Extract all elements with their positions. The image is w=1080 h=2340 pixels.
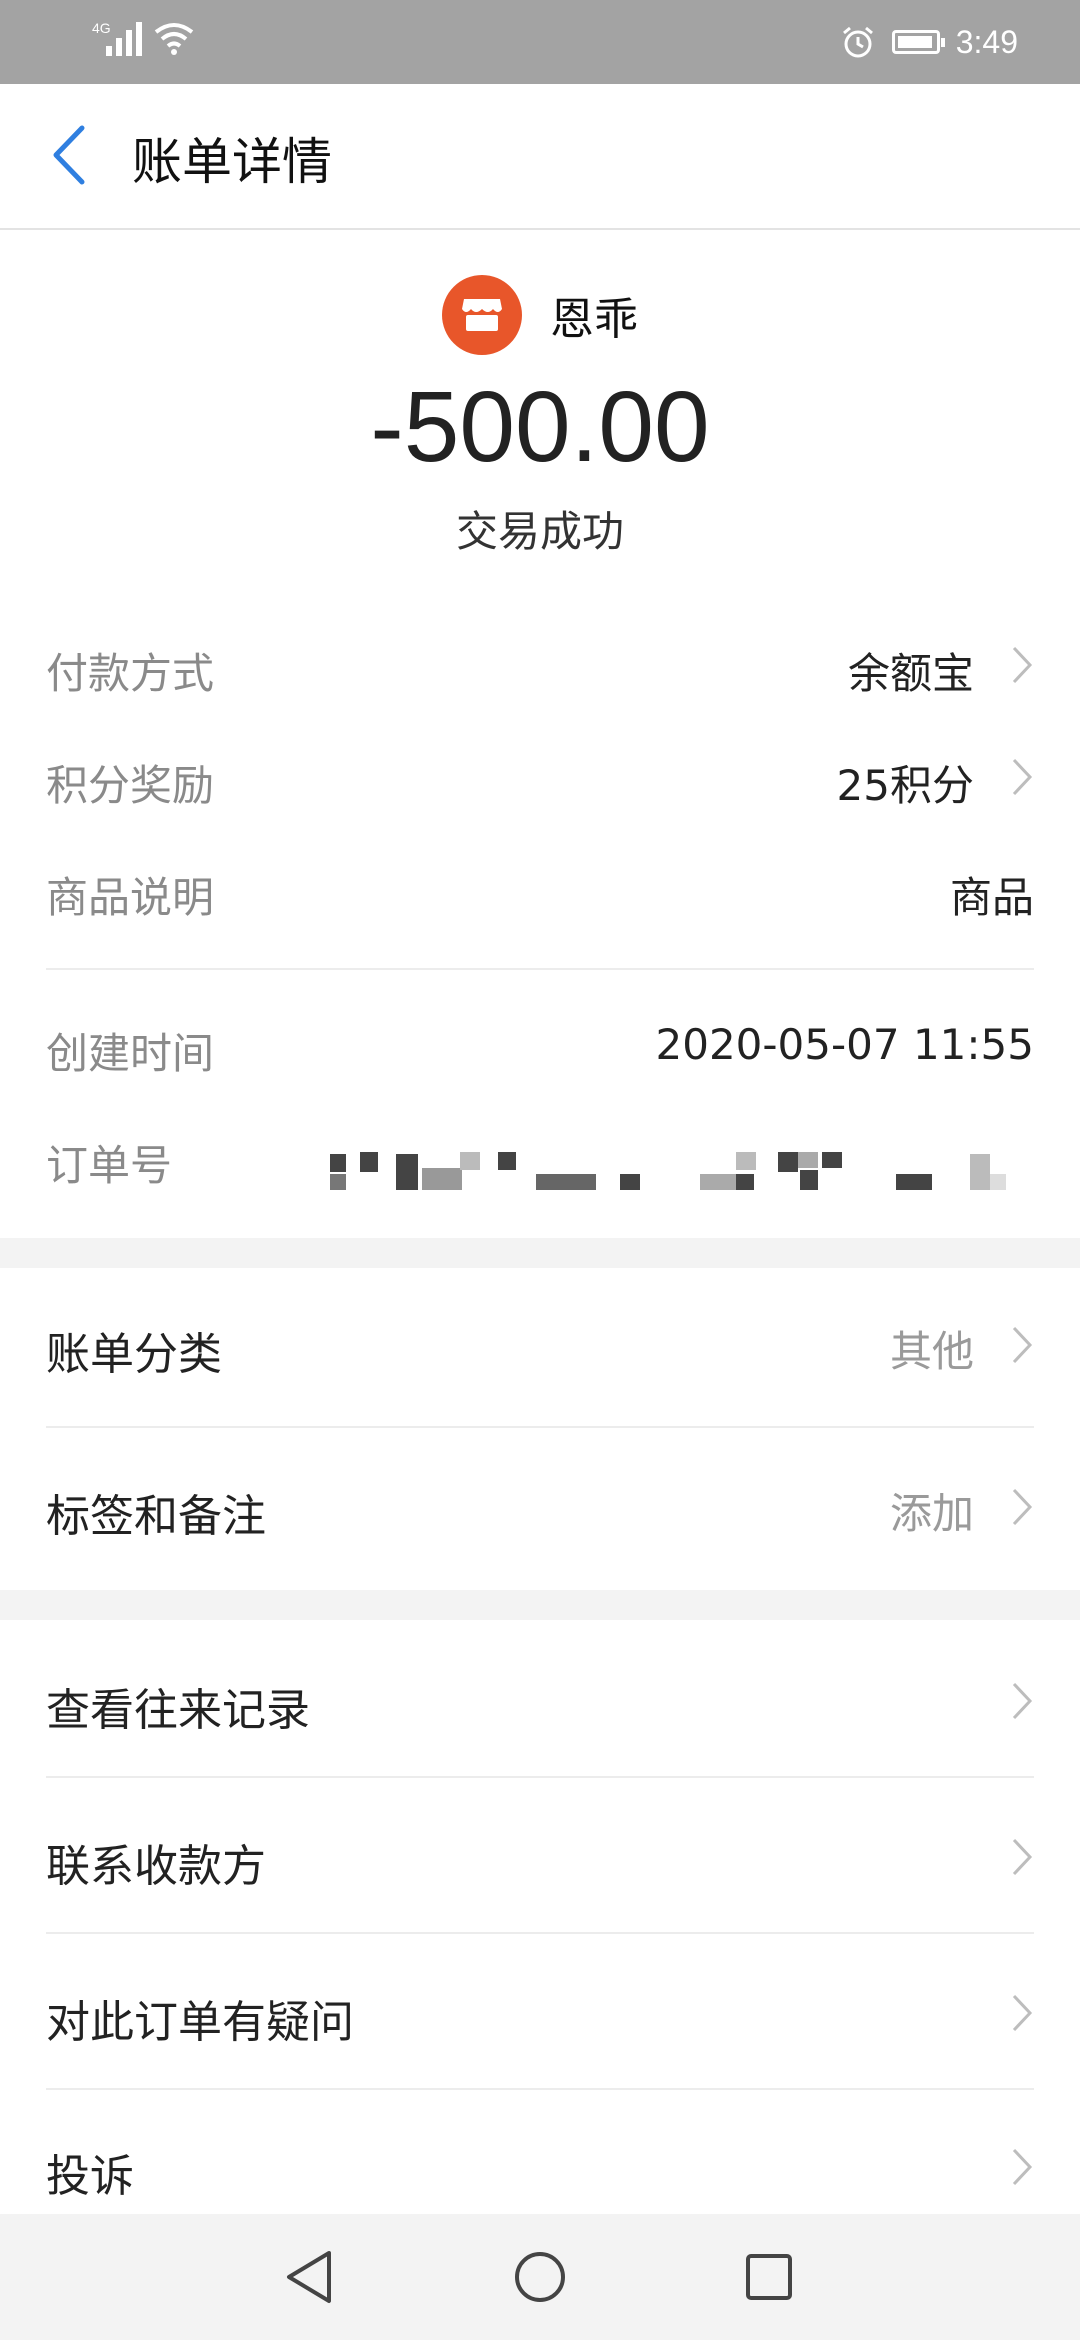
chevron-right-icon	[1012, 1994, 1033, 2032]
row-label: 账单分类	[46, 1329, 222, 1380]
battery-icon	[891, 30, 945, 54]
row-value: 其他	[889, 1327, 974, 1376]
divider	[46, 1426, 1034, 1428]
detail-row-points[interactable]: 积分奖励 25积分	[46, 738, 1034, 818]
page-title: 账单详情	[132, 133, 332, 191]
chevron-right-icon	[1012, 1326, 1033, 1364]
divider	[46, 968, 1034, 970]
section-gap	[0, 1238, 1080, 1268]
system-nav-bar	[0, 2214, 1080, 2340]
divider	[46, 1932, 1034, 1934]
status-bar: 4G 3:49	[0, 0, 1080, 84]
status-left: 4G	[90, 18, 196, 56]
row-label: 查看往来记录	[46, 1685, 310, 1736]
merchant-name: 恩乖	[550, 294, 638, 345]
row-label: 联系收款方	[46, 1841, 266, 1892]
merchant-header: 恩乖	[0, 270, 1080, 360]
tags-notes-row[interactable]: 标签和备注 添加	[0, 1430, 1080, 1584]
alarm-icon	[842, 26, 873, 58]
detail-value: 商品	[949, 873, 1034, 922]
signal-icon	[106, 18, 142, 56]
nav-recents-icon	[746, 2254, 792, 2300]
nav-home-icon	[515, 2252, 565, 2302]
nav-back-button[interactable]	[274, 2242, 344, 2312]
clock: 3:49	[955, 23, 1018, 60]
status-right: 3:49	[840, 16, 1018, 68]
transaction-amount: -500.00	[370, 371, 710, 483]
nav-recents-button[interactable]	[734, 2242, 804, 2312]
detail-label: 创建时间	[46, 1029, 215, 1078]
section-gap	[0, 1590, 1080, 1620]
contact-payee-row[interactable]: 联系收款方	[0, 1780, 1080, 1934]
shop-icon	[462, 299, 502, 331]
chevron-right-icon	[1012, 1682, 1033, 1720]
row-label: 标签和备注	[46, 1491, 266, 1542]
network-type: 4G	[92, 20, 111, 36]
nav-home-button[interactable]	[505, 2242, 575, 2312]
back-button[interactable]	[40, 120, 100, 190]
order-number-redaction	[330, 1140, 1038, 1200]
back-arrow-icon	[53, 125, 85, 185]
chevron-right-icon	[1012, 1488, 1033, 1526]
row-value: 添加	[889, 1489, 974, 1538]
detail-value: 25积分	[836, 761, 974, 810]
row-label: 对此订单有疑问	[46, 1997, 354, 2048]
chevron-right-icon	[1012, 2148, 1033, 2186]
bill-category-row[interactable]: 账单分类 其他	[0, 1268, 1080, 1422]
detail-row-created-time: 创建时间 2020-05-07 11:55	[46, 1006, 1034, 1086]
detail-label: 付款方式	[46, 649, 215, 698]
transaction-status: 交易成功	[455, 507, 624, 556]
detail-row-payment-method[interactable]: 付款方式 余额宝	[46, 626, 1034, 706]
detail-label: 积分奖励	[46, 761, 215, 810]
chevron-right-icon	[1012, 758, 1033, 796]
view-history-row[interactable]: 查看往来记录	[0, 1624, 1080, 1778]
nav-back-icon	[287, 2251, 331, 2303]
detail-value: 2020-05-07 11:55	[655, 1020, 1034, 1069]
detail-label: 订单号	[46, 1141, 173, 1190]
detail-label: 商品说明	[46, 873, 215, 922]
merchant-logo	[442, 275, 522, 355]
detail-value: 余额宝	[847, 649, 974, 698]
row-label: 投诉	[46, 2151, 134, 2202]
detail-row-description: 商品说明 商品	[46, 850, 1034, 930]
top-bar: 账单详情	[0, 84, 1080, 230]
wifi-icon	[154, 23, 194, 55]
chevron-right-icon	[1012, 646, 1033, 684]
order-question-row[interactable]: 对此订单有疑问	[0, 1936, 1080, 2090]
divider	[46, 1776, 1034, 1778]
chevron-right-icon	[1012, 1838, 1033, 1876]
